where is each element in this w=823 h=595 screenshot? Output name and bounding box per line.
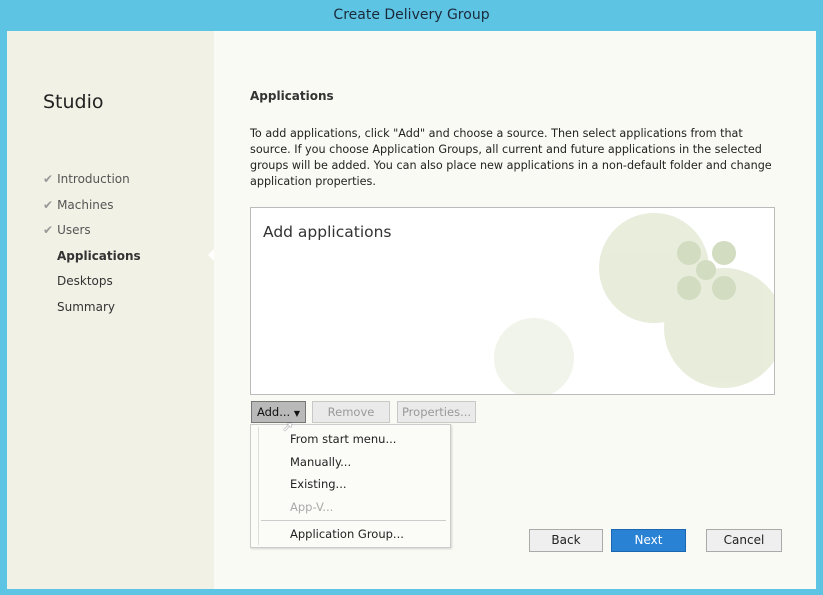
page-heading: Applications: [250, 89, 334, 103]
citrix-watermark-icon: [494, 213, 774, 394]
wizard-content: Applications To add applications, click …: [214, 31, 816, 589]
window-title: Create Delivery Group: [333, 7, 490, 23]
step-users[interactable]: ✔ Users: [43, 218, 141, 244]
active-step-pointer: [208, 249, 214, 261]
check-icon: ✔: [43, 172, 54, 186]
menu-item-manually[interactable]: Manually...: [290, 455, 351, 469]
step-machines[interactable]: ✔ Machines: [43, 193, 141, 219]
menu-item-existing[interactable]: Existing...: [290, 477, 347, 491]
check-icon: ✔: [43, 223, 54, 237]
wizard-client: Studio ✔ Introduction ✔ Machines ✔ Users Ap…: [7, 31, 816, 589]
cancel-button[interactable]: Cancel: [706, 529, 782, 552]
check-icon: ✔: [43, 197, 54, 212]
step-desktops: Desktops: [57, 274, 113, 288]
add-button[interactable]: Add... ▼: [251, 401, 306, 423]
page-description: To add applications, click "Add" and cho…: [250, 127, 772, 188]
menu-item-from-start-menu[interactable]: From start menu...: [290, 432, 396, 446]
sidebar-title: Studio: [43, 91, 104, 113]
applications-list-placeholder: Add applications: [263, 223, 392, 241]
chevron-down-icon: ▼: [293, 409, 301, 418]
wizard-sidebar: Studio ✔ Introduction ✔ Machines ✔ Users Ap…: [7, 31, 214, 589]
menu-gutter: [258, 427, 259, 545]
remove-button[interactable]: Remove: [312, 401, 390, 423]
add-source-menu: From start menu... Manually... Existing.…: [250, 424, 451, 548]
menu-item-application-group[interactable]: Application Group...: [290, 527, 404, 541]
applications-list[interactable]: Add applications: [250, 207, 775, 395]
properties-button[interactable]: Properties...: [397, 401, 476, 423]
wizard-steps: ✔ Introduction ✔ Machines ✔ Users Applicati…: [43, 167, 141, 320]
back-button[interactable]: Back: [529, 529, 603, 552]
menu-item-app-v: App-V...: [290, 500, 334, 514]
step-introduction[interactable]: ✔ Introduction: [43, 167, 141, 193]
step-applications[interactable]: Applications: [43, 244, 141, 270]
next-button[interactable]: Next: [611, 529, 686, 552]
step-summary: Summary: [57, 299, 115, 314]
menu-separator: [261, 520, 446, 521]
mouse-cursor-icon: ➚: [282, 419, 294, 435]
